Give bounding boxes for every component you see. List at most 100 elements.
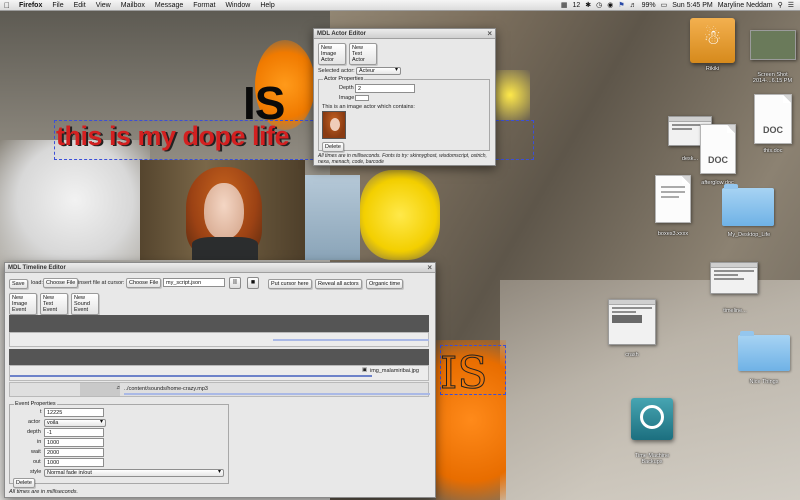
- organic-time-button[interactable]: Organic time: [366, 279, 404, 289]
- timeline-track-4[interactable]: ▣ img_malamiribai.jpg: [9, 365, 429, 381]
- user-name[interactable]: Maryline Neddam: [718, 2, 773, 9]
- image-field[interactable]: [355, 95, 369, 101]
- menu-help[interactable]: Help: [255, 2, 279, 9]
- wallpaper-flowers-yellow: [360, 170, 440, 260]
- timeline-sound-track[interactable]: ♬ ../content/sounds/home-crazy.mp3: [9, 382, 430, 397]
- crash-file-icon[interactable]: [608, 299, 656, 345]
- actor-delete-button[interactable]: Delete: [322, 142, 344, 152]
- selected-actor-select[interactable]: Acteur: [356, 67, 401, 75]
- script-name-field[interactable]: my_script.json: [163, 278, 225, 287]
- actor-editor-titlebar[interactable]: MDL Actor Editor ×: [314, 29, 495, 39]
- battery-icon[interactable]: ▭: [661, 1, 668, 9]
- search-icon[interactable]: ⚲: [778, 1, 783, 9]
- screenshot-file-label[interactable]: Screen Shot 2014-...6.15 PM: [745, 72, 800, 84]
- apple-icon[interactable]: : [0, 1, 14, 10]
- timeline-track-1[interactable]: [9, 315, 429, 332]
- actor-editor-window: MDL Actor Editor × New Image Actor New T…: [313, 28, 496, 166]
- new-text-actor-button[interactable]: New Text Actor: [349, 43, 377, 65]
- timeline-track-3[interactable]: [9, 349, 429, 365]
- sound-event-label: ../content/sounds/home-crazy.mp3: [124, 386, 208, 392]
- pause-button[interactable]: II: [229, 277, 241, 289]
- screenshot-file-icon[interactable]: [750, 30, 796, 60]
- doc-type-text: DOC: [763, 125, 783, 135]
- folder-icon[interactable]: [738, 331, 790, 371]
- list-icon[interactable]: ☰: [788, 1, 794, 9]
- sound-event-block[interactable]: [80, 383, 120, 396]
- outline-is-text-actor: IS: [440, 348, 489, 400]
- depth-field[interactable]: 2: [355, 84, 415, 93]
- reveal-actors-button[interactable]: Reveal all actors: [315, 279, 362, 289]
- load-choose-file-button[interactable]: Choose File: [43, 278, 79, 288]
- menu-app[interactable]: Firefox: [14, 2, 47, 9]
- flipped-text-actor: this is my dope life: [56, 121, 290, 151]
- boxes-file-icon[interactable]: [655, 175, 691, 223]
- timeline-file-icon[interactable]: [710, 262, 758, 294]
- timeline-image-event-bar[interactable]: [10, 375, 372, 377]
- t-field[interactable]: 12225: [44, 408, 104, 417]
- afterglow-doc-icon[interactable]: DOC: [700, 124, 736, 174]
- crash-file-label[interactable]: crash: [607, 352, 657, 358]
- usb-drive-label[interactable]: Rikiki: [690, 66, 735, 72]
- usb-drive-icon[interactable]: ☃: [690, 18, 735, 63]
- menu-mailbox[interactable]: Mailbox: [116, 2, 150, 9]
- out-field[interactable]: 1000: [44, 458, 104, 467]
- menu-format[interactable]: Format: [188, 2, 220, 9]
- volume-icon[interactable]: ♬: [630, 2, 637, 9]
- battery-percent[interactable]: 99%: [642, 2, 656, 9]
- flag-icon[interactable]: ⚑: [618, 1, 624, 9]
- time-machine-label[interactable]: Time Machine Backups: [624, 453, 680, 465]
- doc-file-label[interactable]: this.doc: [750, 148, 796, 154]
- boxes-file-label[interactable]: boxes3.xxxx: [648, 231, 698, 237]
- folder-icon[interactable]: [722, 184, 774, 226]
- timeline-track-2[interactable]: [9, 332, 429, 347]
- depth-field[interactable]: -1: [44, 428, 104, 437]
- actor-editor-title: MDL Actor Editor: [317, 30, 366, 37]
- actor-select[interactable]: voila: [44, 419, 106, 427]
- time-machine-status-icon[interactable]: ◷: [596, 1, 602, 9]
- event-delete-button[interactable]: Delete: [13, 478, 35, 488]
- timeline-editor-titlebar[interactable]: MDL Timeline Editor ×: [5, 263, 435, 273]
- menu-edit[interactable]: Edit: [69, 2, 91, 9]
- folder-label[interactable]: My_Desktop_Life: [718, 232, 780, 238]
- save-button[interactable]: Save: [9, 279, 28, 289]
- stop-button[interactable]: ■: [247, 277, 259, 289]
- timeline-editor-window: MDL Timeline Editor × Save load: Choose …: [4, 262, 436, 498]
- close-icon[interactable]: ×: [427, 263, 432, 272]
- new-text-event-button[interactable]: New Text Event: [40, 293, 68, 315]
- actor-properties-legend: Actor Properties: [323, 76, 365, 82]
- t-label: t: [40, 409, 42, 415]
- image-event-icon: ▣: [362, 367, 368, 373]
- wait-field[interactable]: 2000: [44, 448, 104, 457]
- event-properties-group: Event Properties t 12225 actor voila dep…: [9, 401, 229, 484]
- in-label: in: [37, 439, 42, 445]
- timeline-file-label[interactable]: timeline...: [710, 308, 760, 314]
- status-badge[interactable]: 12: [572, 2, 580, 9]
- image-event-label: img_malamiribai.jpg: [370, 368, 419, 374]
- doc-file-icon[interactable]: DOC: [754, 94, 792, 144]
- menu-message[interactable]: Message: [150, 2, 188, 9]
- image-actor-note: This is an image actor which contains:: [322, 104, 415, 110]
- put-cursor-button[interactable]: Put cursor here: [268, 279, 312, 289]
- sound-event-bar[interactable]: [124, 393, 430, 395]
- new-image-actor-button[interactable]: New Image Actor: [318, 43, 346, 65]
- timeline-event-bar[interactable]: [273, 339, 429, 341]
- status-grid-icon[interactable]: ▦: [561, 1, 568, 9]
- menu-file[interactable]: File: [47, 2, 68, 9]
- image-label: Image: [339, 95, 355, 101]
- insert-choose-file-button[interactable]: Choose File: [126, 278, 162, 288]
- menu-bar:  Firefox File Edit View Mailbox Message…: [0, 0, 800, 11]
- new-image-event-button[interactable]: New Image Event: [9, 293, 37, 315]
- new-sound-event-button[interactable]: New Sound Event: [71, 293, 99, 315]
- in-field[interactable]: 1000: [44, 438, 104, 447]
- folder-label[interactable]: Nice Things: [735, 379, 793, 385]
- style-select[interactable]: Normal fade in/out: [44, 469, 224, 477]
- menu-clock[interactable]: Sun 5:45 PM: [672, 2, 712, 9]
- menu-view[interactable]: View: [91, 2, 116, 9]
- close-icon[interactable]: ×: [487, 29, 492, 38]
- wifi-icon[interactable]: ◉: [607, 1, 613, 9]
- wallpaper-sky: [305, 175, 360, 260]
- time-machine-icon[interactable]: [631, 398, 673, 440]
- menu-window[interactable]: Window: [220, 2, 255, 9]
- actor-label: actor: [28, 419, 41, 425]
- bluetooth-icon[interactable]: ✱: [585, 1, 591, 9]
